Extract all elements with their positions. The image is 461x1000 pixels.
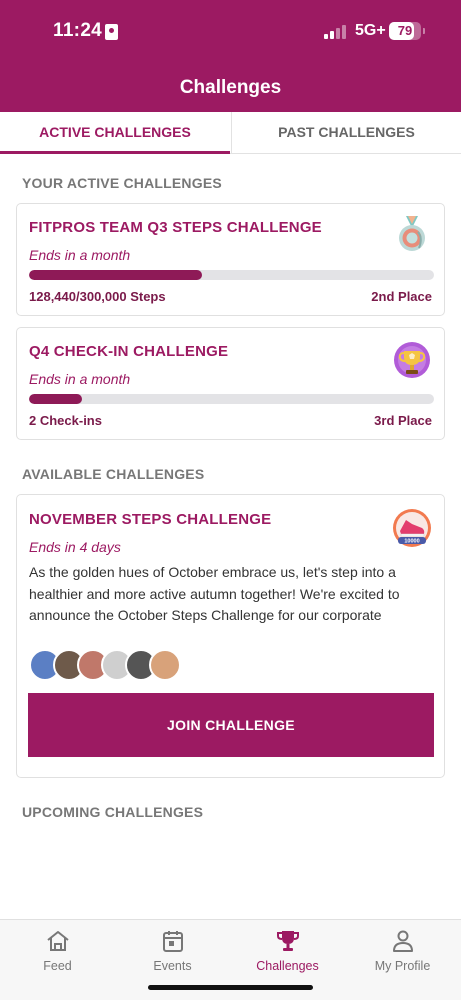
nav-feed-label: Feed	[43, 959, 72, 973]
challenge-ends: Ends in 4 days	[29, 539, 121, 555]
nav-my-profile[interactable]: My Profile	[345, 928, 460, 973]
person-icon	[392, 930, 413, 952]
app-header: 11:24 5G+ 79 Challenges	[0, 0, 461, 112]
active-challenge-card[interactable]: Q4 CHECK-IN CHALLENGE Ends in a month 2 …	[16, 327, 445, 440]
contact-card-icon	[105, 24, 118, 40]
cellular-signal-icon	[324, 25, 350, 39]
challenge-description: As the golden hues of October embrace us…	[29, 564, 400, 623]
challenge-progress-bar	[29, 270, 434, 280]
challenge-title: FITPROS TEAM Q3 STEPS CHALLENGE	[29, 219, 322, 236]
nav-challenges-label: Challenges	[256, 959, 319, 973]
avatar	[149, 649, 181, 681]
challenge-place: 3rd Place	[374, 413, 432, 428]
challenge-progress-bar	[29, 394, 434, 404]
battery-level: 79	[397, 23, 413, 38]
participant-avatars	[29, 649, 189, 681]
battery-icon: 79	[389, 22, 421, 40]
nav-events-label: Events	[153, 959, 192, 973]
challenge-stat: 2 Check-ins	[29, 413, 102, 428]
home-indicator	[148, 985, 313, 990]
trophy-badge-icon	[394, 342, 430, 378]
tab-past-challenges[interactable]: PAST CHALLENGES	[231, 112, 461, 154]
challenge-ends: Ends in a month	[29, 247, 131, 263]
challenge-title: Q4 CHECK-IN CHALLENGE	[29, 343, 229, 360]
nav-feed[interactable]: Feed	[0, 928, 115, 973]
challenge-title: NOVEMBER STEPS CHALLENGE	[29, 511, 272, 528]
challenge-stat: 128,440/300,000 Steps	[29, 289, 166, 304]
status-time: 11:24	[53, 20, 103, 41]
tab-active-challenges[interactable]: ACTIVE CHALLENGES	[0, 112, 230, 154]
home-icon	[46, 931, 69, 951]
active-challenge-card[interactable]: FITPROS TEAM Q3 STEPS CHALLENGE Ends in …	[16, 203, 445, 316]
section-title-upcoming: UPCOMING CHALLENGES	[22, 804, 204, 820]
join-challenge-button[interactable]: JOIN CHALLENGE	[28, 693, 434, 757]
available-challenge-card[interactable]: NOVEMBER STEPS CHALLENGE 10000 Ends in 4…	[16, 494, 445, 778]
sneaker-badge-icon: 10000	[393, 509, 431, 547]
page-title: Challenges	[179, 77, 282, 98]
challenge-place: 2nd Place	[371, 289, 432, 304]
nav-my-profile-label: My Profile	[374, 959, 431, 973]
section-title-active: YOUR ACTIVE CHALLENGES	[22, 175, 222, 191]
section-title-available: AVAILABLE CHALLENGES	[22, 466, 205, 482]
nav-challenges[interactable]: Challenges	[230, 928, 345, 973]
network-type: 5G+	[355, 22, 386, 39]
badge-step-count: 10000	[404, 539, 419, 545]
calendar-icon	[162, 931, 183, 952]
medal-icon	[399, 216, 425, 251]
trophy-icon	[276, 931, 299, 951]
challenge-ends: Ends in a month	[29, 371, 131, 387]
nav-events[interactable]: Events	[115, 928, 230, 973]
challenge-tabs: ACTIVE CHALLENGES PAST CHALLENGES	[0, 112, 461, 154]
